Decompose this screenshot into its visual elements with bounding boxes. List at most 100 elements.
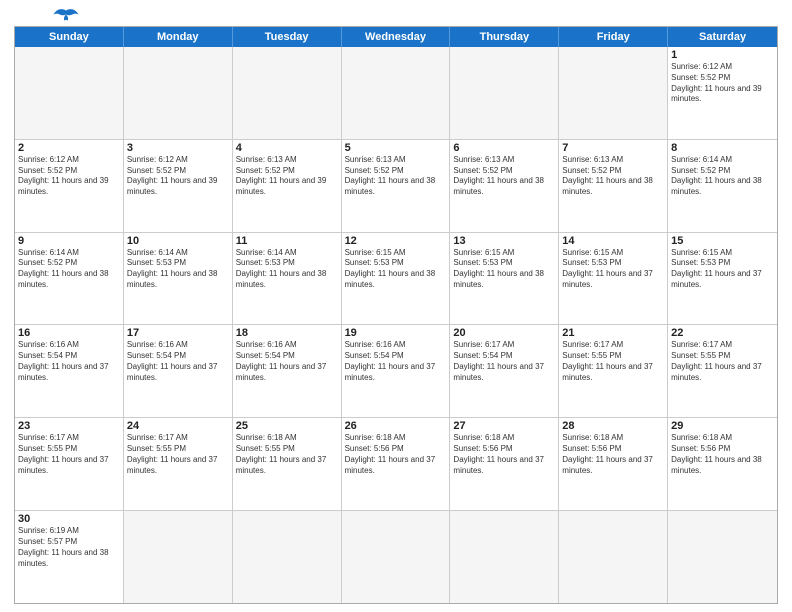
day-number: 15 <box>671 235 774 247</box>
day-number: 17 <box>127 327 229 339</box>
calendar-cell <box>559 511 668 603</box>
calendar-cell: 17Sunrise: 6:16 AMSunset: 5:54 PMDayligh… <box>124 325 233 417</box>
day-number: 10 <box>127 235 229 247</box>
calendar-cell: 7Sunrise: 6:13 AMSunset: 5:52 PMDaylight… <box>559 140 668 232</box>
calendar-week-3: 9Sunrise: 6:14 AMSunset: 5:52 PMDaylight… <box>15 233 777 326</box>
calendar-cell <box>124 511 233 603</box>
cell-sun-info: Sunrise: 6:12 AMSunset: 5:52 PMDaylight:… <box>671 62 774 105</box>
calendar-week-1: 1Sunrise: 6:12 AMSunset: 5:52 PMDaylight… <box>15 47 777 140</box>
cell-sun-info: Sunrise: 6:15 AMSunset: 5:53 PMDaylight:… <box>345 248 447 291</box>
cell-sun-info: Sunrise: 6:15 AMSunset: 5:53 PMDaylight:… <box>453 248 555 291</box>
day-number: 6 <box>453 142 555 154</box>
cell-sun-info: Sunrise: 6:17 AMSunset: 5:54 PMDaylight:… <box>453 340 555 383</box>
cell-sun-info: Sunrise: 6:18 AMSunset: 5:56 PMDaylight:… <box>562 433 664 476</box>
day-number: 1 <box>671 49 774 61</box>
cell-sun-info: Sunrise: 6:12 AMSunset: 5:52 PMDaylight:… <box>18 155 120 198</box>
cell-sun-info: Sunrise: 6:17 AMSunset: 5:55 PMDaylight:… <box>562 340 664 383</box>
calendar-cell <box>450 47 559 139</box>
day-number: 5 <box>345 142 447 154</box>
cell-sun-info: Sunrise: 6:16 AMSunset: 5:54 PMDaylight:… <box>236 340 338 383</box>
day-number: 13 <box>453 235 555 247</box>
calendar-header: SundayMondayTuesdayWednesdayThursdayFrid… <box>15 27 777 47</box>
calendar-cell <box>559 47 668 139</box>
calendar-cell: 28Sunrise: 6:18 AMSunset: 5:56 PMDayligh… <box>559 418 668 510</box>
calendar-cell: 2Sunrise: 6:12 AMSunset: 5:52 PMDaylight… <box>15 140 124 232</box>
cell-sun-info: Sunrise: 6:14 AMSunset: 5:52 PMDaylight:… <box>671 155 774 198</box>
day-number: 28 <box>562 420 664 432</box>
calendar-week-5: 23Sunrise: 6:17 AMSunset: 5:55 PMDayligh… <box>15 418 777 511</box>
logo <box>14 10 80 24</box>
day-number: 21 <box>562 327 664 339</box>
calendar-cell: 10Sunrise: 6:14 AMSunset: 5:53 PMDayligh… <box>124 233 233 325</box>
cell-sun-info: Sunrise: 6:16 AMSunset: 5:54 PMDaylight:… <box>18 340 120 383</box>
day-number: 30 <box>18 513 120 525</box>
calendar-cell: 8Sunrise: 6:14 AMSunset: 5:52 PMDaylight… <box>668 140 777 232</box>
calendar-body: 1Sunrise: 6:12 AMSunset: 5:52 PMDaylight… <box>15 47 777 603</box>
calendar-cell: 4Sunrise: 6:13 AMSunset: 5:52 PMDaylight… <box>233 140 342 232</box>
day-number: 2 <box>18 142 120 154</box>
calendar-cell: 25Sunrise: 6:18 AMSunset: 5:55 PMDayligh… <box>233 418 342 510</box>
cell-sun-info: Sunrise: 6:14 AMSunset: 5:53 PMDaylight:… <box>127 248 229 291</box>
cell-sun-info: Sunrise: 6:17 AMSunset: 5:55 PMDaylight:… <box>18 433 120 476</box>
calendar-cell <box>124 47 233 139</box>
day-number: 18 <box>236 327 338 339</box>
calendar-cell <box>342 47 451 139</box>
calendar-cell <box>450 511 559 603</box>
page: SundayMondayTuesdayWednesdayThursdayFrid… <box>0 0 792 612</box>
calendar-cell: 20Sunrise: 6:17 AMSunset: 5:54 PMDayligh… <box>450 325 559 417</box>
cell-sun-info: Sunrise: 6:16 AMSunset: 5:54 PMDaylight:… <box>127 340 229 383</box>
cell-sun-info: Sunrise: 6:15 AMSunset: 5:53 PMDaylight:… <box>562 248 664 291</box>
calendar-cell: 13Sunrise: 6:15 AMSunset: 5:53 PMDayligh… <box>450 233 559 325</box>
calendar-cell: 14Sunrise: 6:15 AMSunset: 5:53 PMDayligh… <box>559 233 668 325</box>
logo-bird-icon <box>52 8 80 24</box>
calendar-header-monday: Monday <box>124 27 233 47</box>
calendar-cell <box>233 47 342 139</box>
cell-sun-info: Sunrise: 6:13 AMSunset: 5:52 PMDaylight:… <box>236 155 338 198</box>
calendar-header-saturday: Saturday <box>668 27 777 47</box>
calendar-cell: 16Sunrise: 6:16 AMSunset: 5:54 PMDayligh… <box>15 325 124 417</box>
day-number: 23 <box>18 420 120 432</box>
calendar-cell: 1Sunrise: 6:12 AMSunset: 5:52 PMDaylight… <box>668 47 777 139</box>
day-number: 24 <box>127 420 229 432</box>
calendar-cell <box>668 511 777 603</box>
cell-sun-info: Sunrise: 6:12 AMSunset: 5:52 PMDaylight:… <box>127 155 229 198</box>
calendar: SundayMondayTuesdayWednesdayThursdayFrid… <box>14 26 778 604</box>
day-number: 7 <box>562 142 664 154</box>
cell-sun-info: Sunrise: 6:17 AMSunset: 5:55 PMDaylight:… <box>127 433 229 476</box>
calendar-cell: 5Sunrise: 6:13 AMSunset: 5:52 PMDaylight… <box>342 140 451 232</box>
cell-sun-info: Sunrise: 6:13 AMSunset: 5:52 PMDaylight:… <box>453 155 555 198</box>
calendar-cell: 23Sunrise: 6:17 AMSunset: 5:55 PMDayligh… <box>15 418 124 510</box>
calendar-week-4: 16Sunrise: 6:16 AMSunset: 5:54 PMDayligh… <box>15 325 777 418</box>
cell-sun-info: Sunrise: 6:14 AMSunset: 5:53 PMDaylight:… <box>236 248 338 291</box>
calendar-cell: 30Sunrise: 6:19 AMSunset: 5:57 PMDayligh… <box>15 511 124 603</box>
day-number: 25 <box>236 420 338 432</box>
calendar-cell: 24Sunrise: 6:17 AMSunset: 5:55 PMDayligh… <box>124 418 233 510</box>
calendar-cell: 26Sunrise: 6:18 AMSunset: 5:56 PMDayligh… <box>342 418 451 510</box>
day-number: 16 <box>18 327 120 339</box>
calendar-cell: 29Sunrise: 6:18 AMSunset: 5:56 PMDayligh… <box>668 418 777 510</box>
day-number: 11 <box>236 235 338 247</box>
calendar-week-2: 2Sunrise: 6:12 AMSunset: 5:52 PMDaylight… <box>15 140 777 233</box>
cell-sun-info: Sunrise: 6:19 AMSunset: 5:57 PMDaylight:… <box>18 526 120 569</box>
calendar-cell: 22Sunrise: 6:17 AMSunset: 5:55 PMDayligh… <box>668 325 777 417</box>
cell-sun-info: Sunrise: 6:14 AMSunset: 5:52 PMDaylight:… <box>18 248 120 291</box>
calendar-cell <box>15 47 124 139</box>
calendar-header-friday: Friday <box>559 27 668 47</box>
cell-sun-info: Sunrise: 6:13 AMSunset: 5:52 PMDaylight:… <box>562 155 664 198</box>
calendar-week-6: 30Sunrise: 6:19 AMSunset: 5:57 PMDayligh… <box>15 511 777 603</box>
cell-sun-info: Sunrise: 6:18 AMSunset: 5:56 PMDaylight:… <box>453 433 555 476</box>
day-number: 19 <box>345 327 447 339</box>
cell-sun-info: Sunrise: 6:17 AMSunset: 5:55 PMDaylight:… <box>671 340 774 383</box>
day-number: 4 <box>236 142 338 154</box>
calendar-header-wednesday: Wednesday <box>342 27 451 47</box>
calendar-cell: 19Sunrise: 6:16 AMSunset: 5:54 PMDayligh… <box>342 325 451 417</box>
day-number: 20 <box>453 327 555 339</box>
day-number: 27 <box>453 420 555 432</box>
cell-sun-info: Sunrise: 6:13 AMSunset: 5:52 PMDaylight:… <box>345 155 447 198</box>
cell-sun-info: Sunrise: 6:16 AMSunset: 5:54 PMDaylight:… <box>345 340 447 383</box>
calendar-cell <box>233 511 342 603</box>
calendar-cell: 27Sunrise: 6:18 AMSunset: 5:56 PMDayligh… <box>450 418 559 510</box>
calendar-cell: 3Sunrise: 6:12 AMSunset: 5:52 PMDaylight… <box>124 140 233 232</box>
calendar-header-tuesday: Tuesday <box>233 27 342 47</box>
calendar-cell: 18Sunrise: 6:16 AMSunset: 5:54 PMDayligh… <box>233 325 342 417</box>
